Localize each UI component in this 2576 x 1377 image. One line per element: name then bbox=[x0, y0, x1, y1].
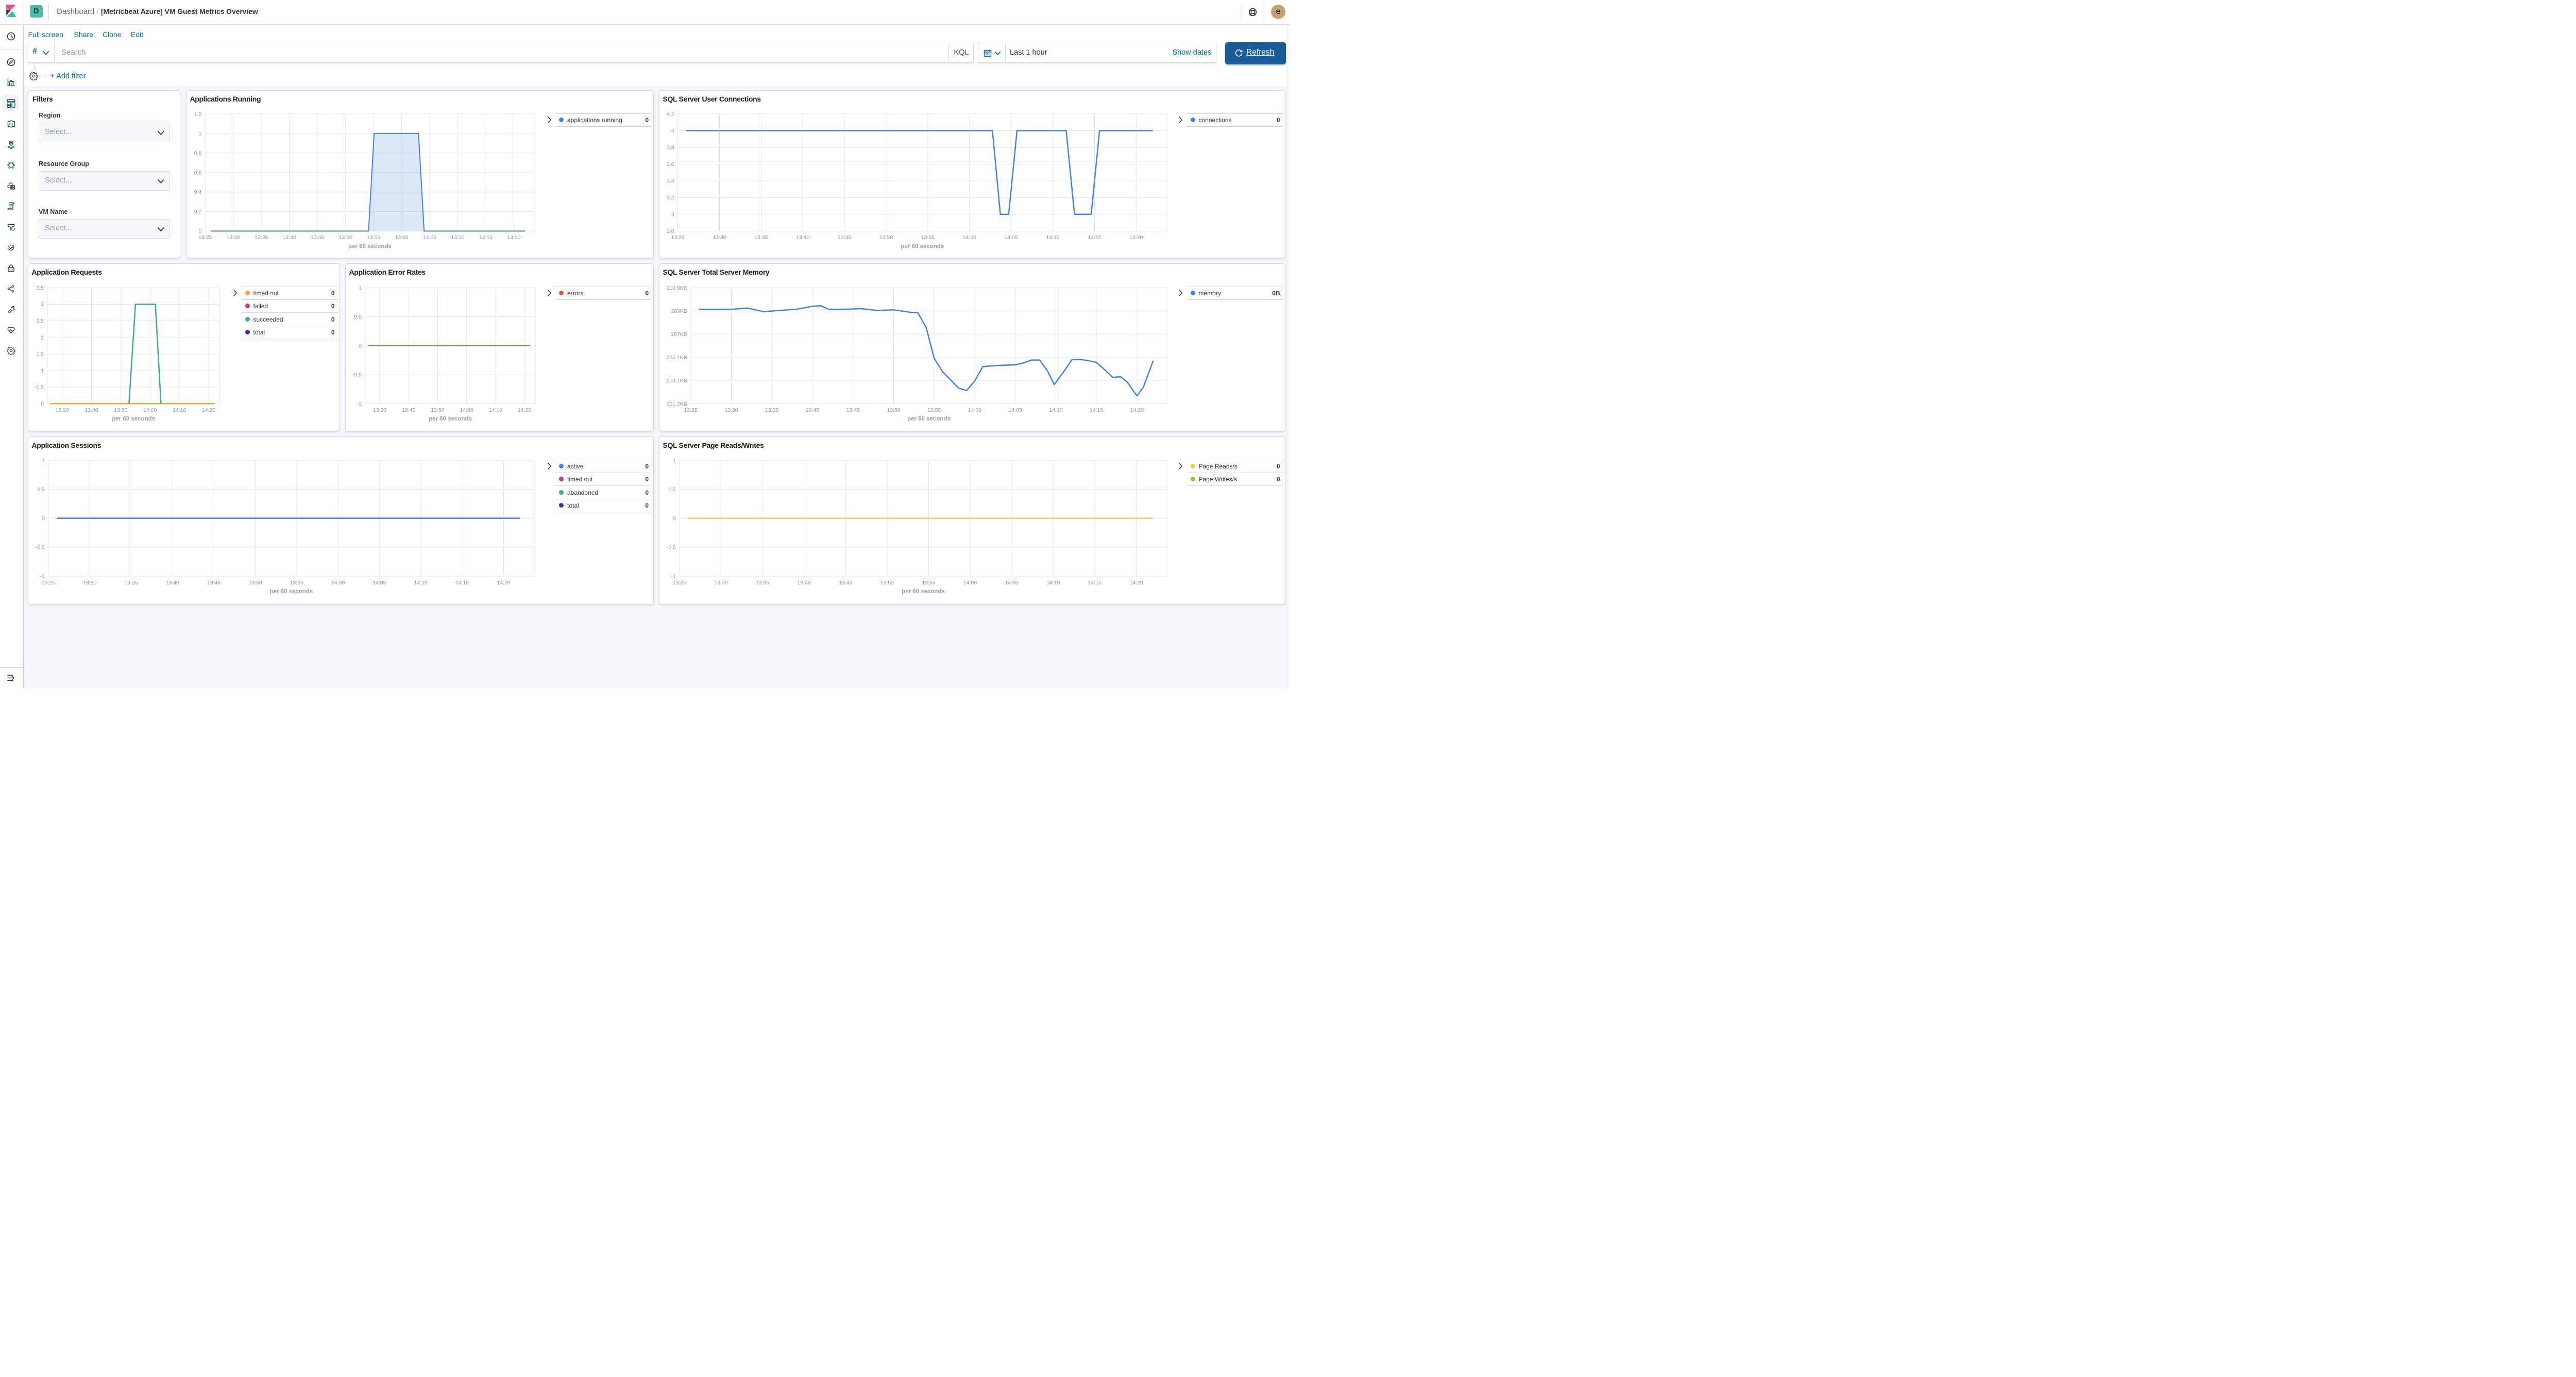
svg-text:13:35: 13:35 bbox=[756, 580, 769, 586]
svg-text:0: 0 bbox=[673, 515, 676, 522]
svg-text:13:45: 13:45 bbox=[839, 580, 852, 586]
svg-text:14:05: 14:05 bbox=[1005, 580, 1019, 586]
svg-text:14:10: 14:10 bbox=[1046, 580, 1060, 586]
svg-text:-0.5: -0.5 bbox=[667, 544, 676, 550]
svg-text:13:40: 13:40 bbox=[798, 580, 811, 586]
svg-text:13:30: 13:30 bbox=[714, 580, 727, 586]
svg-text:-1: -1 bbox=[671, 574, 676, 580]
svg-text:0.5: 0.5 bbox=[668, 486, 676, 493]
svg-text:14:00: 14:00 bbox=[963, 580, 977, 586]
svg-text:13:50: 13:50 bbox=[880, 580, 894, 586]
svg-text:13:25: 13:25 bbox=[673, 580, 686, 586]
svg-text:13:55: 13:55 bbox=[922, 580, 935, 586]
svg-text:14:15: 14:15 bbox=[1088, 580, 1101, 586]
svg-text:1: 1 bbox=[673, 458, 676, 464]
svg-text:per 60 seconds: per 60 seconds bbox=[902, 589, 945, 595]
svg-text:14:20: 14:20 bbox=[1129, 580, 1143, 586]
